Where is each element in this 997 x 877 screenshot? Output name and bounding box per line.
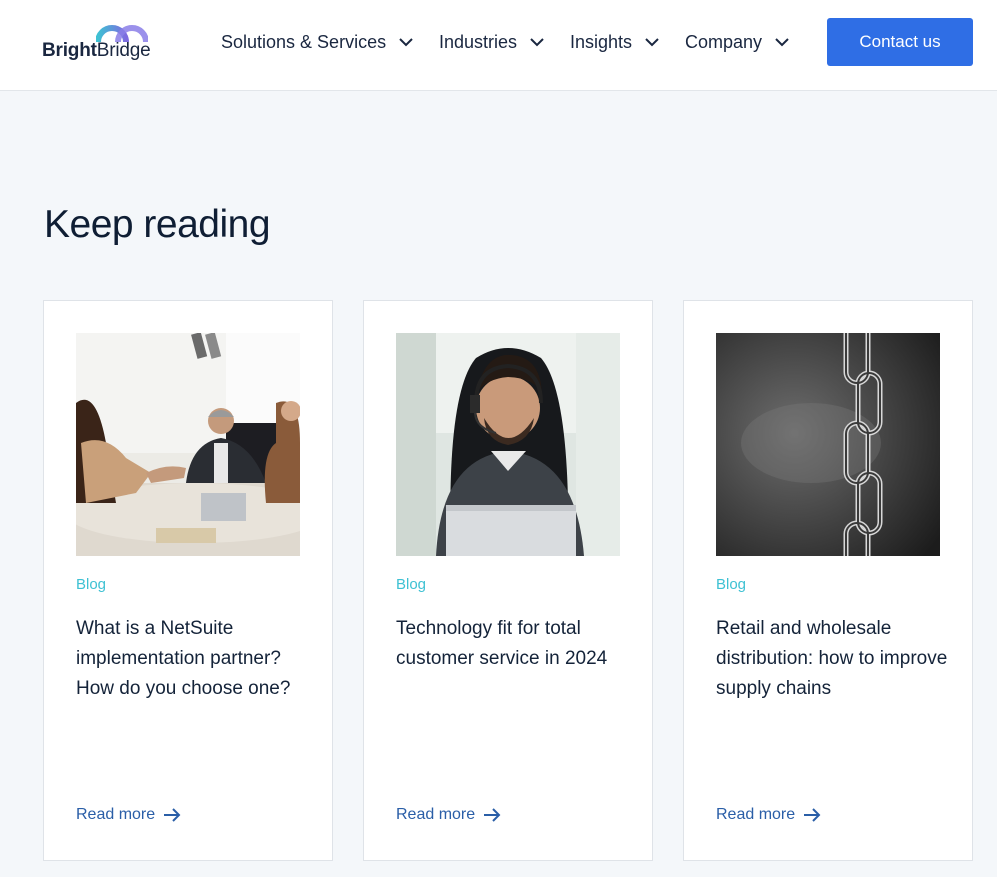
article-image-meeting[interactable]: [76, 333, 300, 556]
brightbridge-logo[interactable]: BrightBridge: [42, 20, 154, 64]
nav-label: Insights: [570, 31, 633, 52]
nav-label: Industries: [439, 31, 518, 52]
article-title[interactable]: What is a NetSuite implementation partne…: [76, 614, 308, 704]
read-more-label: Read more: [716, 806, 796, 823]
arrow-right-icon: [804, 808, 821, 822]
logo-wordmark: BrightBridge: [42, 40, 151, 61]
nav-industries[interactable]: Industries: [439, 0, 545, 84]
nav-insights[interactable]: Insights: [570, 0, 660, 84]
read-more-label: Read more: [396, 806, 476, 823]
read-more-link[interactable]: Read more: [716, 806, 821, 824]
site-header: BrightBridge Solutions & Services Indust…: [0, 0, 997, 91]
article-image-support-agent[interactable]: [396, 333, 620, 556]
nav-label: Company: [685, 31, 763, 52]
read-more-link[interactable]: Read more: [396, 806, 501, 824]
article-image-chain[interactable]: [716, 333, 940, 556]
article-card[interactable]: Blog What is a NetSuite implementation p…: [43, 300, 333, 861]
article-card[interactable]: Blog Retail and wholesale distribution: …: [683, 300, 973, 861]
read-more-link[interactable]: Read more: [76, 806, 181, 824]
article-category: Blog: [76, 576, 107, 593]
chevron-down-icon: [774, 34, 790, 50]
article-category: Blog: [716, 576, 747, 593]
arrow-right-icon: [164, 808, 181, 822]
article-title[interactable]: Retail and wholesale distribution: how t…: [716, 614, 948, 704]
read-more-label: Read more: [76, 806, 156, 823]
article-card[interactable]: Blog Technology fit for total customer s…: [363, 300, 653, 861]
nav-company[interactable]: Company: [685, 0, 790, 84]
nav-solutions-services[interactable]: Solutions & Services: [221, 0, 414, 84]
chevron-down-icon: [398, 34, 414, 50]
contact-us-button[interactable]: Contact us: [827, 18, 973, 66]
nav-label: Solutions & Services: [221, 31, 387, 52]
arrow-right-icon: [484, 808, 501, 822]
section-title: Keep reading: [44, 203, 271, 246]
chevron-down-icon: [529, 34, 545, 50]
article-title[interactable]: Technology fit for total customer servic…: [396, 614, 628, 674]
article-category: Blog: [396, 576, 427, 593]
chevron-down-icon: [644, 34, 660, 50]
